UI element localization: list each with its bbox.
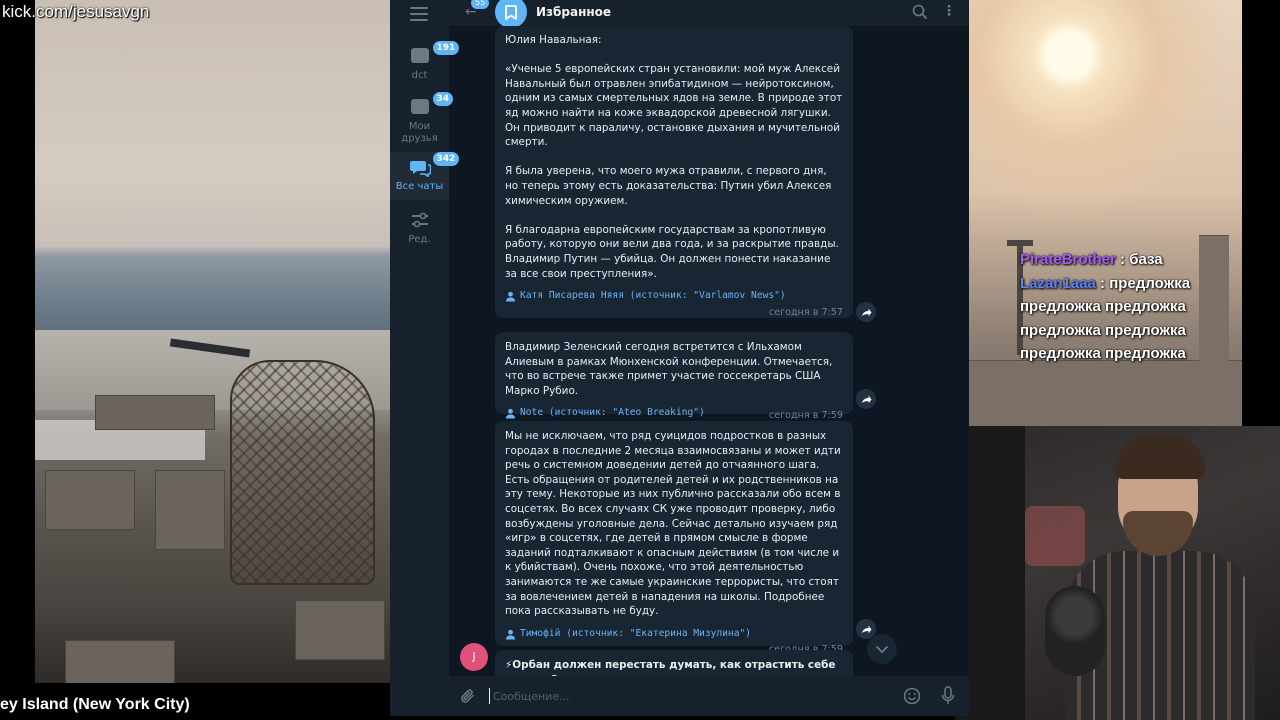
chat-text: база (1129, 251, 1163, 268)
building (95, 395, 215, 430)
location-caption: ey Island (New York City) (0, 696, 190, 713)
message-bubble[interactable]: Юлия Навальная: «Ученые 5 европейских ст… (495, 26, 853, 318)
person-icon (505, 629, 516, 640)
chat-message: Lazan1aaa : предложка предложка предложк… (1020, 272, 1235, 366)
message-text: ⚡Орбан должен перестать думать, как отра… (505, 659, 836, 676)
more-vertical-icon[interactable]: ⋮ (942, 3, 956, 19)
sender-avatar[interactable]: J (460, 643, 488, 671)
source-text: Катя Писарева Няяя (источник: "Varlamov … (520, 290, 786, 302)
source-text: Note (источник: "Ateo Breaking") (520, 407, 705, 419)
source-text: Тимофій (источник: "Екатерина Мизулина") (520, 627, 752, 639)
folder-item-all-chats[interactable]: 342 Все чаты (390, 152, 460, 200)
folder-label: Мои друзья (401, 121, 438, 144)
saved-messages-avatar[interactable] (495, 0, 527, 28)
chevron-down-icon (875, 645, 889, 653)
chats-icon (409, 161, 431, 179)
left-stream-scene (35, 0, 390, 683)
person-icon (505, 291, 516, 302)
paperclip-icon[interactable] (460, 688, 476, 705)
message-time: сегодня в 7:57 (768, 306, 843, 318)
folder-label: Ред. (408, 234, 431, 245)
chat-message: PirateBrother : база (1020, 248, 1235, 272)
person-icon (505, 408, 516, 419)
roller-coaster (230, 360, 375, 585)
message-bubble[interactable]: Мы не исключаем, что ряд суицидов подрос… (495, 421, 853, 655)
scroll-to-bottom-button[interactable] (867, 634, 897, 664)
message-text: Мы не исключаем, что ряд суицидов подрос… (505, 430, 845, 618)
forward-arrow-icon (861, 395, 871, 403)
folder-icon (410, 99, 429, 114)
folder-label: Все чаты (395, 181, 444, 192)
streamer-beard (1123, 511, 1193, 556)
emoji-icon[interactable] (903, 687, 921, 705)
chat-separator: : (1115, 251, 1130, 268)
message-input[interactable] (489, 688, 889, 704)
building (65, 640, 175, 683)
message-source[interactable]: Тимофій (источник: "Екатерина Мизулина") (505, 627, 843, 642)
streamer-webcam (955, 426, 1280, 720)
search-icon[interactable] (912, 4, 928, 20)
kick-url-overlay: kick.com/jesusavgn (2, 2, 150, 21)
chat-title[interactable]: Избранное (536, 5, 611, 19)
parachute-tower-top (1007, 240, 1033, 246)
back-unread-badge: 55 (471, 0, 490, 9)
hamburger-menu-icon[interactable] (410, 7, 428, 21)
message-bubble[interactable]: Владимир Зеленский сегодня встретится с … (495, 332, 853, 421)
forward-arrow-icon (861, 625, 871, 633)
folder-item-edit[interactable]: Ред. (390, 210, 449, 250)
folder-label: dct (411, 70, 428, 81)
folder-item-dct[interactable]: 191 dct (390, 41, 460, 88)
stream-chat-overlay: PirateBrother : база Lazan1aaa : предлож… (1020, 248, 1235, 366)
folder-sidebar: 191 dct 34 Мои друзья 342 Все чаты Ред. (390, 0, 460, 716)
sliders-icon (411, 212, 428, 228)
chat-header: ← 55 Избранное ⋮ (449, 0, 969, 28)
telegram-window: 191 dct 34 Мои друзья 342 Все чаты Ред. … (390, 0, 969, 716)
microphone (1045, 586, 1105, 676)
folder-icon (410, 48, 429, 63)
message-list[interactable]: Юлия Навальная: «Ученые 5 европейских ст… (449, 26, 969, 676)
message-text: Юлия Навальная: «Ученые 5 европейских ст… (505, 34, 843, 280)
microphone-icon[interactable] (941, 686, 955, 706)
message-composer (449, 676, 969, 716)
chat-username: Lazan1aaa (1020, 274, 1096, 292)
bookmark-icon (505, 4, 517, 20)
streamer-hair (1115, 434, 1205, 479)
forward-arrow-icon (861, 308, 871, 316)
chat-username: PirateBrother (1020, 251, 1116, 268)
building (295, 600, 385, 660)
folder-item-my-friends[interactable]: 34 Мои друзья (390, 92, 454, 147)
cityscape (969, 360, 1242, 426)
message-bubble[interactable]: ⚡Орбан должен перестать думать, как отра… (495, 650, 853, 676)
message-text: Владимир Зеленский сегодня встретится с … (505, 341, 836, 397)
building (155, 470, 225, 550)
chat-separator: : (1095, 274, 1110, 292)
building (45, 470, 135, 530)
message-source[interactable]: Катя Писарева Няяя (источник: "Varlamov … (505, 289, 843, 304)
background-cloth (1025, 506, 1085, 566)
forward-button[interactable] (856, 302, 876, 322)
forward-button[interactable] (856, 389, 876, 409)
